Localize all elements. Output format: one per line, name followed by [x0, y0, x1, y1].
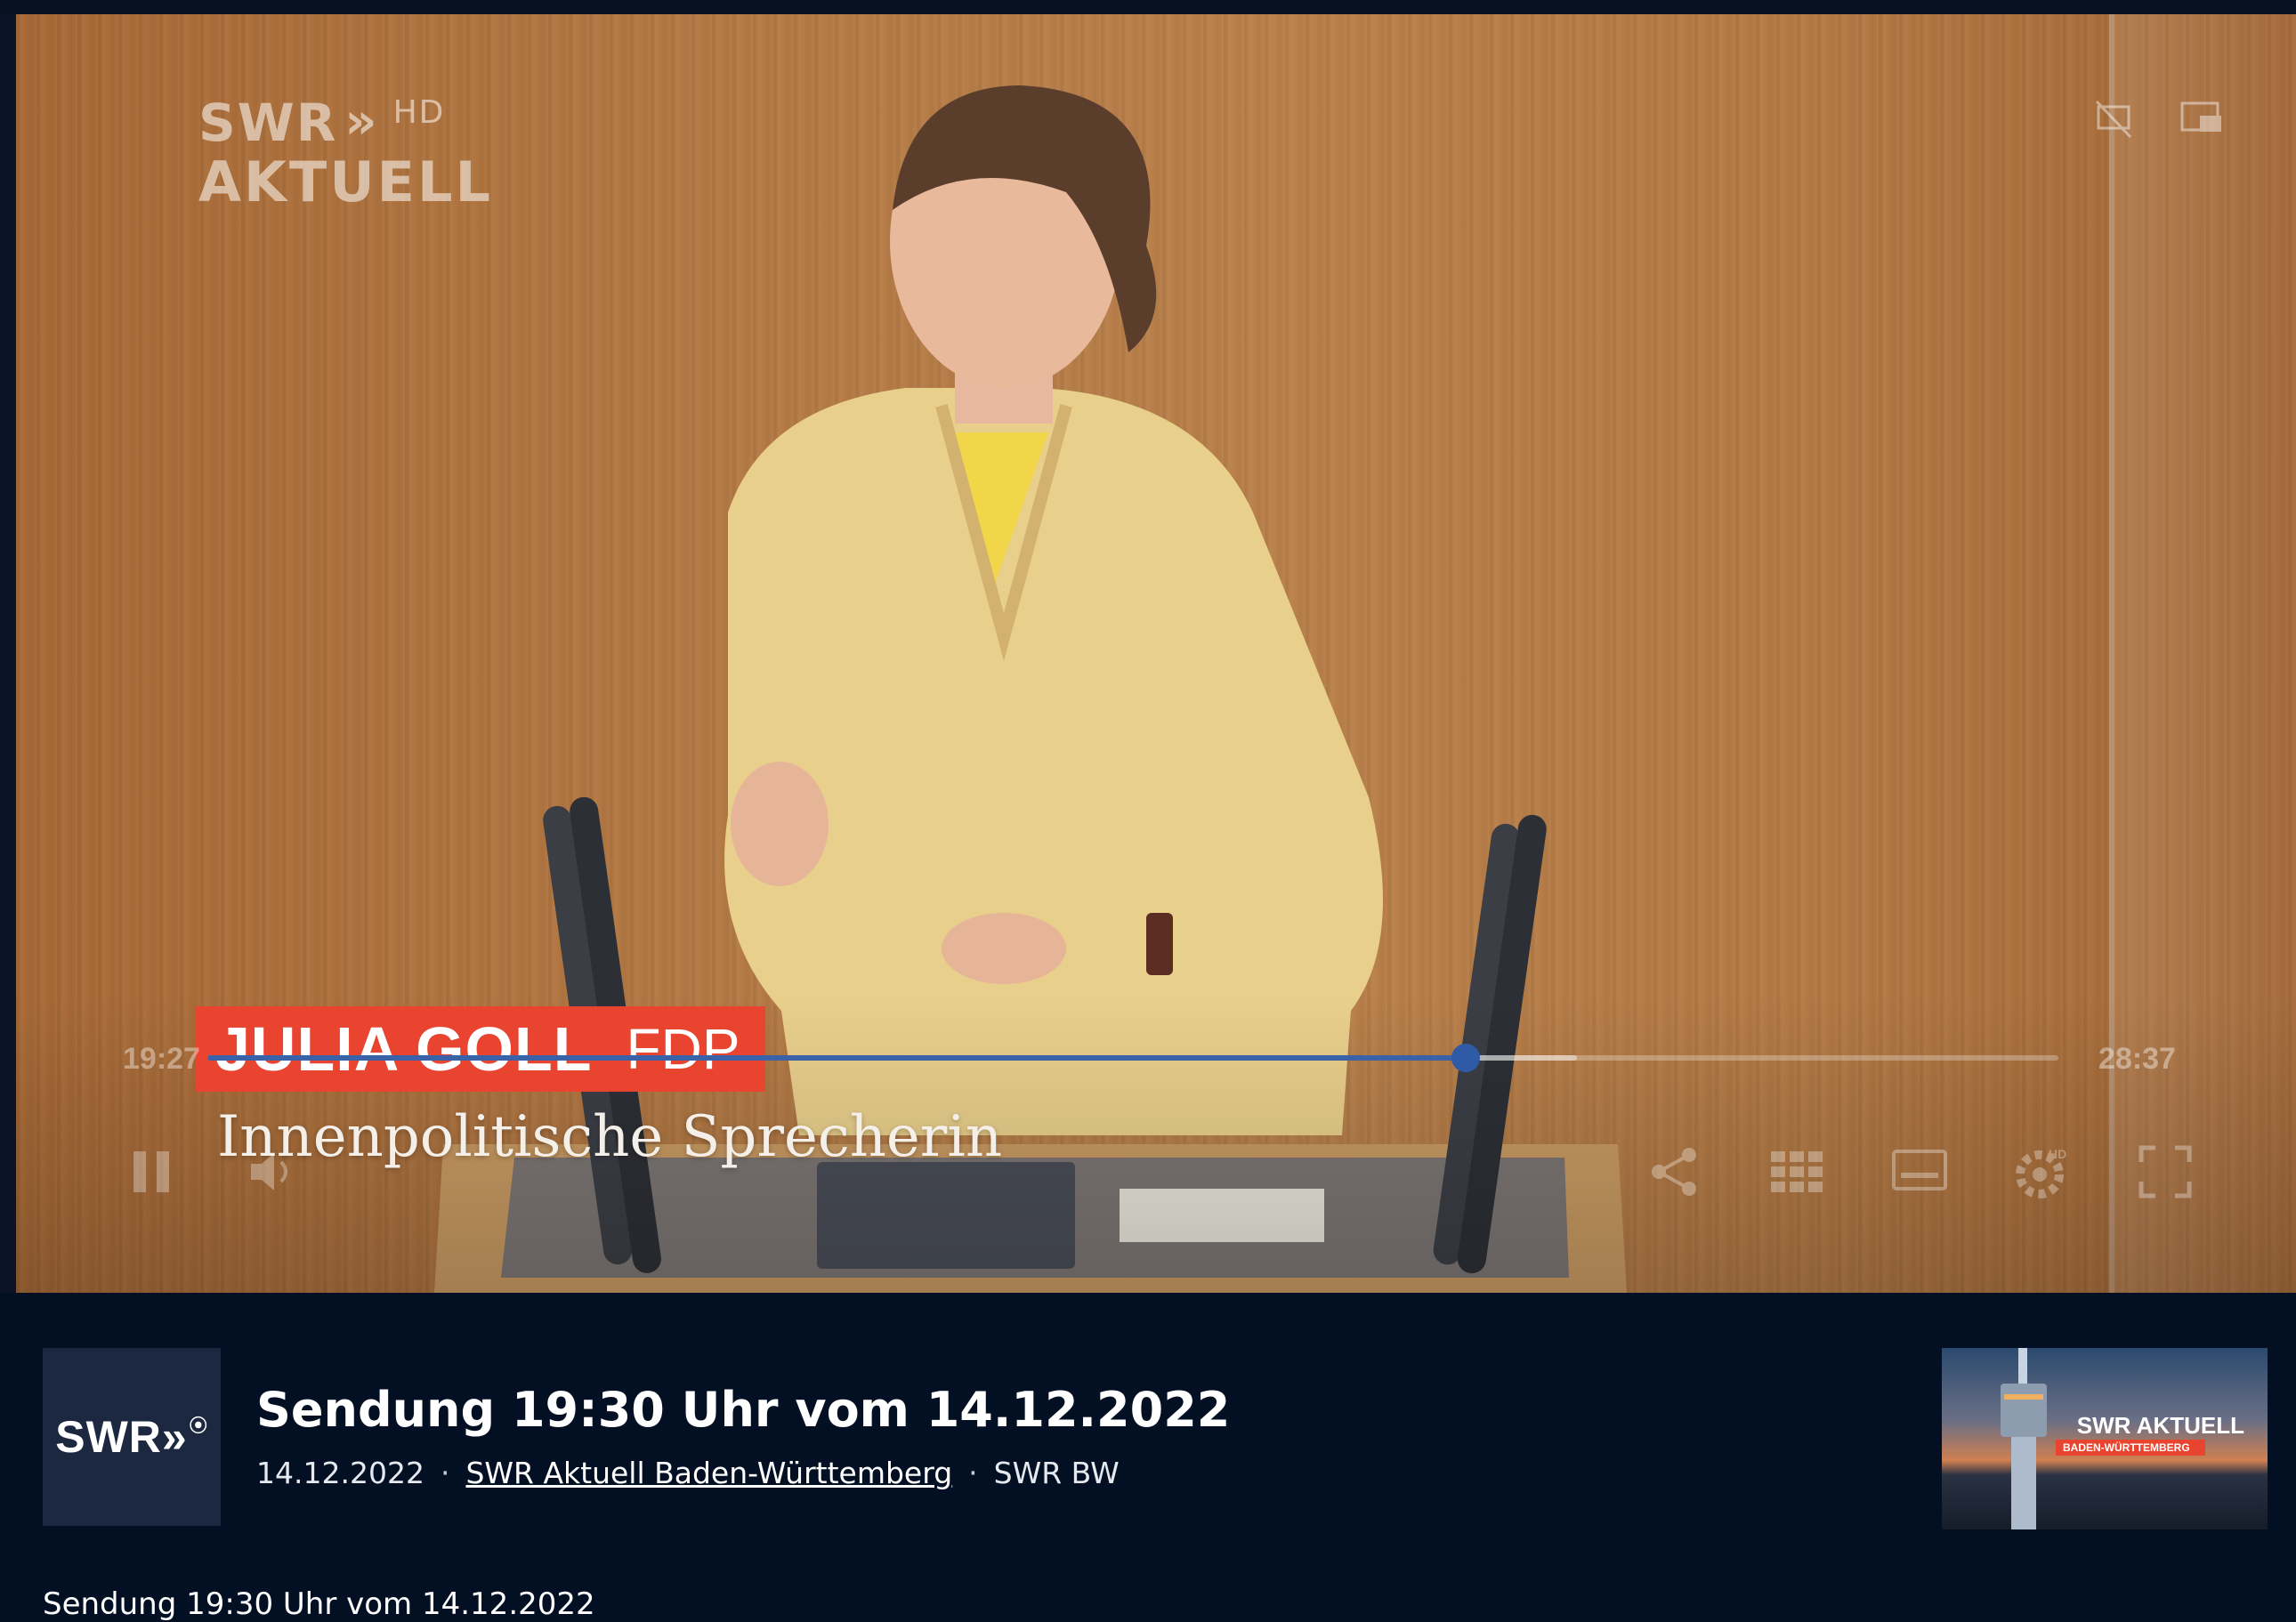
episode-title: Sendung 19:30 Uhr vom 14.12.2022 [256, 1382, 1231, 1438]
speaker-name: JULIA GOLL [215, 1014, 593, 1084]
channel-logo[interactable]: SWR» ⦿ [43, 1348, 221, 1526]
settings-hd-icon[interactable]: HD [2013, 1142, 2072, 1201]
lower-third: JULIA GOLL FDP Innenpolitische Sprecheri… [196, 1006, 1002, 1170]
show-thumbnail[interactable]: SWR AKTUELL BADEN-WÜRTTEMBERG [1942, 1348, 2268, 1529]
top-strip [0, 0, 2296, 14]
progress-played [207, 1055, 1467, 1061]
speaker-party: FDP [626, 1017, 740, 1081]
subtitles-icon[interactable] [1890, 1142, 1949, 1201]
fullscreen-icon[interactable] [2136, 1142, 2195, 1201]
chevrons-icon: » [344, 93, 379, 150]
video-player[interactable]: SWR » HD AKTUELL JULIA GOLL FDP Innenpol… [16, 14, 2296, 1293]
episode-meta: 14.12.2022 · SWR Aktuell Baden-Württembe… [256, 1456, 1120, 1490]
episode-info: SWR» ⦿ Sendung 19:30 Uhr vom 14.12.2022 1… [0, 1293, 2296, 1622]
meta-separator: · [440, 1456, 450, 1490]
lower-third-name-bar: JULIA GOLL FDP [196, 1006, 765, 1092]
speaker-role: Innenpolitische Sprecherin [217, 1104, 1003, 1170]
show-link[interactable]: SWR Aktuell Baden-Württemberg [465, 1456, 952, 1490]
episode-date: 14.12.2022 [256, 1456, 424, 1490]
thumbnail-badge: SWR AKTUELL BADEN-WÜRTTEMBERG [2020, 1412, 2252, 1456]
broadcaster: SWR BW [993, 1456, 1120, 1490]
pause-icon[interactable] [123, 1142, 182, 1201]
captions-off-icon[interactable] [2090, 94, 2139, 144]
picture-in-picture-icon[interactable] [2177, 94, 2227, 144]
meta-separator: · [968, 1456, 978, 1490]
volume-icon[interactable] [244, 1142, 303, 1201]
duration: 28:37 [2098, 1042, 2176, 1076]
settings-hd-badge: HD [2049, 1147, 2066, 1161]
share-icon[interactable] [1645, 1142, 1703, 1201]
page-caption: Sendung 19:30 Uhr vom 14.12.2022 [43, 1586, 595, 1622]
grid-icon[interactable] [1767, 1142, 1826, 1201]
progress-bar[interactable] [207, 1044, 2058, 1072]
swr-aktuell-hd-logo: SWR » HD AKTUELL [198, 93, 494, 214]
current-time: 19:27 [123, 1042, 200, 1076]
